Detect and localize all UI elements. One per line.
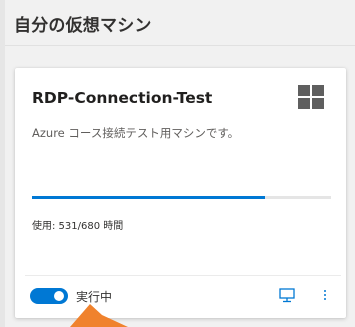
card-footer-divider [25, 275, 341, 276]
usage-progress-bar [32, 196, 331, 199]
left-rail [0, 0, 5, 327]
vm-name: RDP-Connection-Test [32, 89, 213, 107]
vm-power-toggle[interactable] [30, 288, 68, 304]
more-vertical-icon[interactable] [320, 286, 330, 304]
usage-hours-label: 使用: 531/680 時間 [32, 221, 124, 232]
virtual-machines-page: 自分の仮想マシン RDP-Connection-Test Azure コース接続… [0, 0, 355, 327]
toggle-knob [54, 291, 64, 301]
vm-card: RDP-Connection-Test Azure コース接続テスト用マシンです… [15, 68, 346, 318]
monitor-connect-icon[interactable] [278, 286, 296, 304]
usage-progress-fill [32, 196, 266, 199]
annotation-arrow [70, 304, 128, 327]
page-title: 自分の仮想マシン [14, 16, 152, 36]
vm-description: Azure コース接続テスト用マシンです。 [32, 126, 240, 140]
windows-logo-icon [298, 85, 324, 109]
title-divider [5, 45, 355, 46]
